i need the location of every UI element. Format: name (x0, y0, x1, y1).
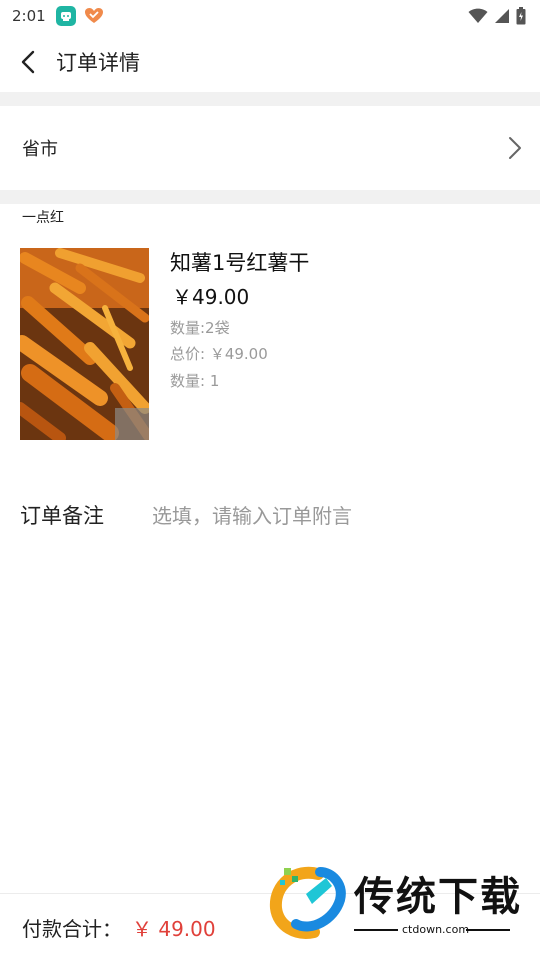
address-text: 省市 (22, 139, 58, 160)
battery-icon (516, 7, 526, 25)
app-notification-icon (55, 6, 76, 26)
status-time: 2:01 (12, 7, 46, 25)
product-name: 知薯1号红薯干 (170, 251, 310, 275)
product-quantity: 数量: 1 (170, 372, 220, 390)
back-button[interactable] (0, 32, 56, 92)
product-spec: 数量:2袋 (170, 319, 230, 337)
watermark: 传统下载 ctdown.com (262, 862, 532, 942)
payment-total-label: 付款合计： (22, 916, 122, 941)
product-total: 总价: ￥49.00 (170, 345, 268, 363)
section-divider (0, 92, 540, 106)
status-bar: 2:01 (0, 0, 540, 32)
section-divider (0, 190, 540, 204)
watermark-brand: 传统下载 (354, 874, 522, 920)
header: 订单详情 (0, 32, 540, 92)
payment-total-amount: ￥ 49.00 (132, 916, 216, 941)
watermark-logo-icon (269, 866, 346, 939)
watermark-divider (354, 929, 398, 931)
address-selector[interactable]: 省市 (0, 106, 540, 190)
back-arrow-icon (21, 50, 35, 74)
product-price: ￥49.00 (172, 285, 250, 309)
wifi-icon (468, 8, 488, 23)
status-indicators (468, 7, 526, 25)
remark-input[interactable] (152, 498, 512, 534)
heart-notification-icon (84, 6, 104, 26)
remark-label: 订单备注 (20, 504, 104, 528)
store-name: 一点红 (22, 210, 64, 226)
watermark-url: ctdown.com (402, 923, 470, 936)
watermark-divider (466, 929, 510, 931)
signal-icon (495, 9, 509, 23)
chevron-right-icon (509, 137, 521, 159)
page-title: 订单详情 (56, 51, 140, 75)
product-image (20, 248, 149, 440)
